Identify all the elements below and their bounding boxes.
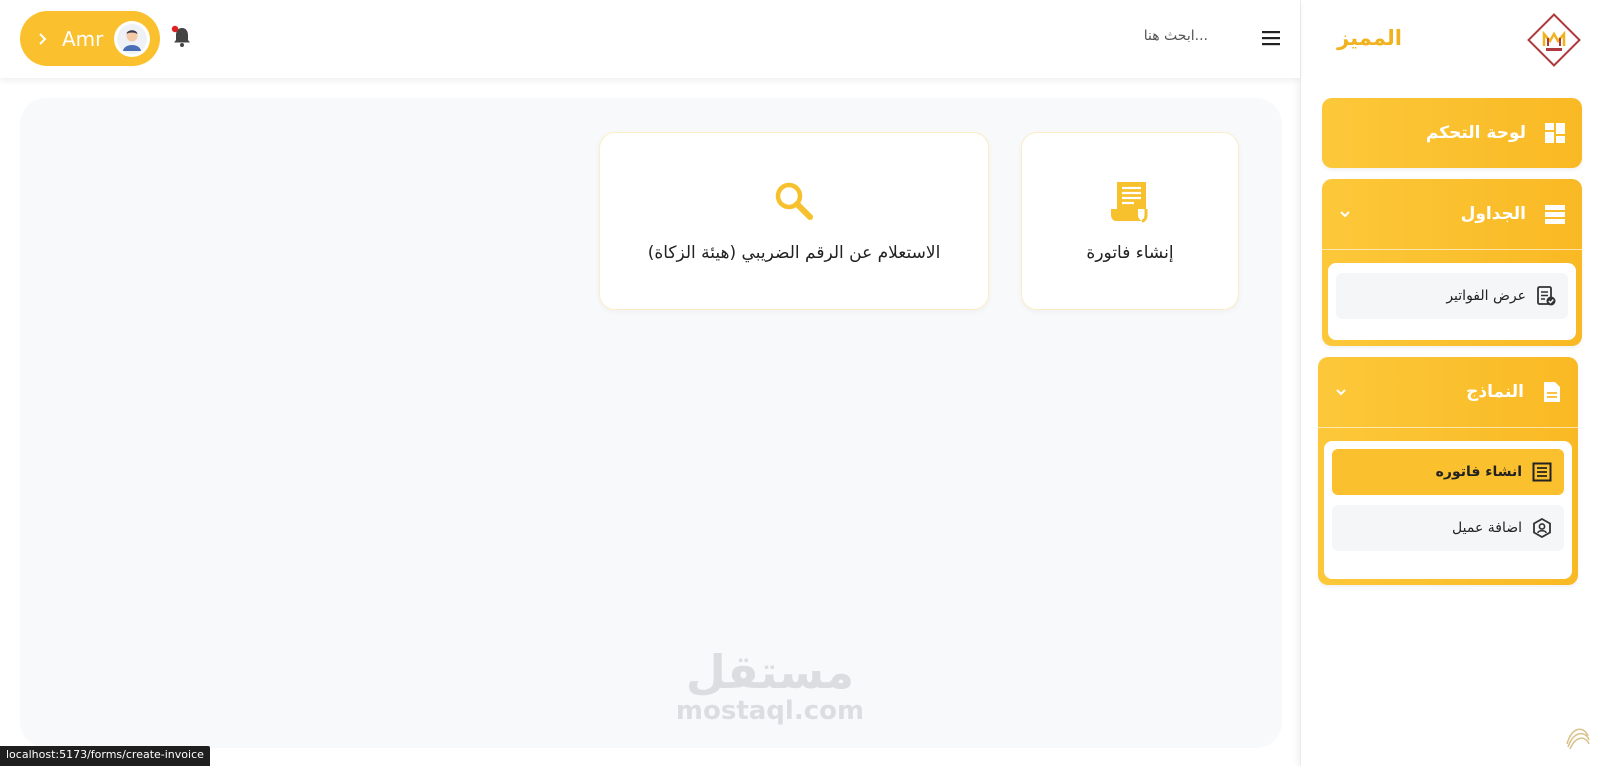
invoice-list-icon (1532, 462, 1552, 482)
card-title: الاستعلام عن الرقم الضريبي (هيئة الزكاة) (647, 243, 941, 263)
sidebar-item-label: انشاء فاتوره (1435, 464, 1522, 480)
sidebar: المميز لوحة التحكم الجداول عرض الفواتير … (1300, 0, 1600, 766)
chevron-down-icon (1336, 389, 1346, 396)
avatar (114, 20, 150, 57)
user-menu-button[interactable]: Amr (20, 11, 160, 66)
watermark-arabic: مستقل (685, 645, 855, 699)
chevron-down-icon (1340, 211, 1350, 218)
sidebar-group-label: النماذج (1466, 382, 1524, 402)
sidebar-group-forms-header[interactable]: النماذج (1318, 357, 1578, 428)
sidebar-group-forms: النماذج انشاء فاتوره اضافة عميل (1318, 357, 1578, 585)
tax-number-inquiry-card[interactable]: الاستعلام عن الرقم الضريبي (هيئة الزكاة) (599, 132, 989, 310)
sidebar-item-view-invoices[interactable]: عرض الفواتير (1336, 273, 1568, 319)
brand-logo-icon (1527, 13, 1581, 67)
sidebar-group-forms-body: انشاء فاتوره اضافة عميل (1324, 441, 1572, 579)
swirl-icon (1566, 728, 1590, 750)
hamburger-menu-icon[interactable] (1260, 28, 1282, 48)
card-title: إنشاء فاتورة (1086, 243, 1174, 263)
brand-name: المميز (1337, 26, 1402, 50)
table-rows-icon (1545, 205, 1565, 224)
status-bar-url: localhost:5173/forms/create-invoice (0, 746, 210, 766)
search-icon (775, 182, 813, 220)
brand[interactable]: المميز (1314, 10, 1582, 70)
sidebar-item-add-client[interactable]: اضافة عميل (1332, 505, 1564, 551)
sidebar-item-dashboard[interactable]: لوحة التحكم (1322, 98, 1582, 168)
user-avatar-icon (117, 23, 147, 54)
sidebar-group-label: الجداول (1460, 204, 1526, 224)
chevron-right-icon (39, 32, 47, 45)
user-name: Amr (62, 26, 104, 51)
create-invoice-card[interactable]: إنشاء فاتورة (1021, 132, 1239, 310)
dashboard-icon (1545, 123, 1565, 143)
sidebar-group-tables-header[interactable]: الجداول (1322, 179, 1582, 250)
search-input[interactable]: ابحث هنا... (1080, 28, 1208, 44)
document-icon (1544, 382, 1560, 402)
invoice-check-icon (1537, 286, 1556, 306)
sidebar-group-tables-body: عرض الفواتير (1328, 263, 1576, 340)
receipt-icon (1111, 182, 1148, 223)
main-content: إنشاء فاتورة الاستعلام عن الرقم الضريبي … (20, 98, 1282, 748)
sidebar-item-label: لوحة التحكم (1425, 123, 1526, 143)
sidebar-item-label: اضافة عميل (1452, 520, 1522, 536)
top-header: Amr ابحث هنا... (0, 0, 1300, 78)
sidebar-group-tables: الجداول عرض الفواتير (1322, 179, 1582, 346)
watermark: مستقل mostaql.com (670, 648, 870, 738)
user-shield-icon (1533, 518, 1551, 538)
sidebar-item-label: عرض الفواتير (1446, 288, 1526, 304)
sidebar-item-create-invoice[interactable]: انشاء فاتوره (1332, 449, 1564, 495)
notification-bell-icon[interactable] (171, 24, 193, 48)
watermark-latin: mostaql.com (675, 696, 865, 726)
